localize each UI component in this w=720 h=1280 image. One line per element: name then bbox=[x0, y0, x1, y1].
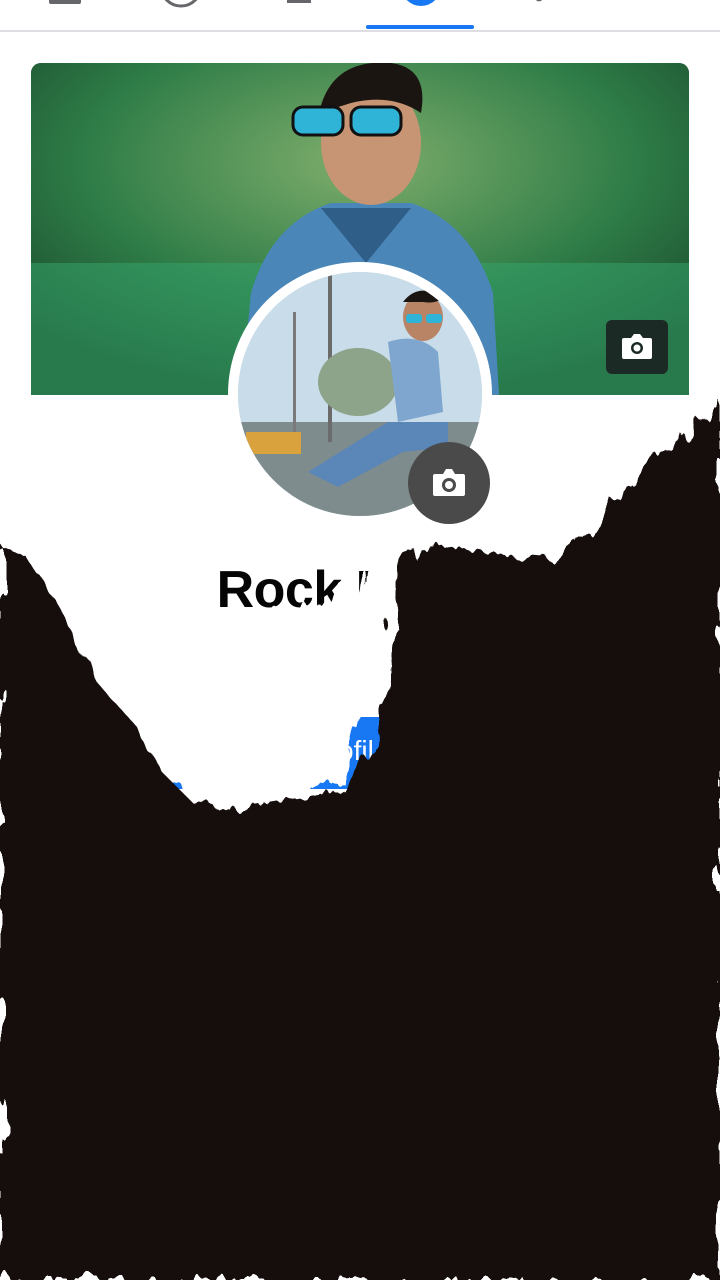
profile-camera-button[interactable] bbox=[408, 442, 490, 524]
camera-icon bbox=[433, 469, 465, 496]
bell-icon bbox=[535, 0, 543, 2]
top-tab-bar bbox=[0, 0, 720, 32]
profile-bio: Happy bbox=[319, 640, 401, 671]
camera-icon bbox=[622, 334, 652, 359]
cover-camera-button[interactable] bbox=[606, 320, 668, 374]
edit-profile-button[interactable]: Edit Profil bbox=[132, 717, 588, 789]
profile-name: Rock Boy R bbox=[216, 561, 504, 619]
edit-profile-label: Edit Profil bbox=[254, 735, 374, 766]
pencil-icon bbox=[213, 739, 239, 765]
watch-icon bbox=[164, 0, 198, 8]
menu-icon bbox=[287, 0, 311, 3]
active-tab-indicator bbox=[366, 25, 474, 29]
tab-watch[interactable] bbox=[126, 0, 236, 30]
tab-menu[interactable] bbox=[244, 0, 354, 30]
feed-icon bbox=[49, 0, 81, 4]
tab-notifications[interactable] bbox=[484, 0, 594, 30]
tab-feed[interactable] bbox=[10, 0, 120, 30]
profile-icon bbox=[406, 0, 436, 6]
